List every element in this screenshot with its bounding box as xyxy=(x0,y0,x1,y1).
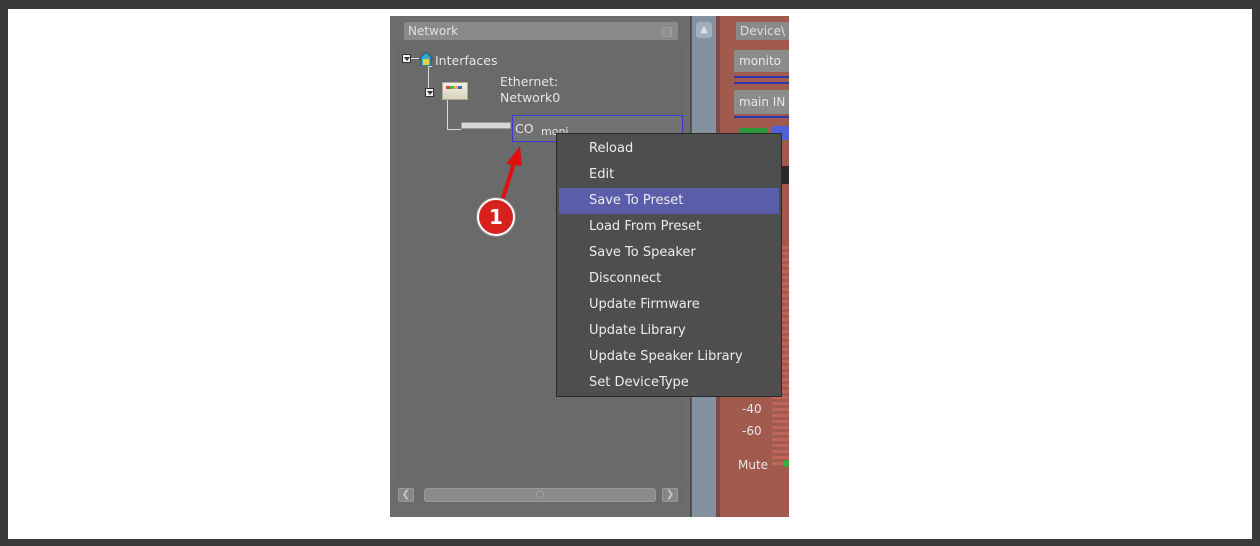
context-menu: Reload Edit Save To Preset Load From Pre… xyxy=(556,133,782,397)
menu-item-update-speaker-library[interactable]: Update Speaker Library xyxy=(557,344,781,370)
house-icon xyxy=(419,52,433,66)
scroll-right-icon[interactable]: ❯ xyxy=(662,488,678,502)
menu-item-update-firmware[interactable]: Update Firmware xyxy=(557,292,781,318)
horizontal-scrollbar[interactable]: ❮ ○ ❯ xyxy=(396,486,684,504)
device-panel-title: Device\ xyxy=(736,22,789,40)
mute-indicator[interactable] xyxy=(783,460,789,467)
speaker-device-icon xyxy=(461,122,511,129)
menu-item-disconnect[interactable]: Disconnect xyxy=(557,266,781,292)
meter-label-minus60: -60 xyxy=(742,424,762,438)
ethernet-icon xyxy=(442,82,468,100)
expand-toggle-icon[interactable] xyxy=(402,54,411,63)
device-label: CO xyxy=(515,121,534,136)
menu-item-reload[interactable]: Reload xyxy=(557,136,781,162)
tree-line xyxy=(411,58,419,59)
scrollbar-thumb[interactable]: ○ xyxy=(424,488,656,502)
divider-line xyxy=(734,82,789,84)
menu-item-save-to-preset[interactable]: Save To Preset xyxy=(559,188,779,214)
tree-node-ethernet-label[interactable]: Ethernet: xyxy=(500,74,558,89)
tree-line xyxy=(428,66,432,67)
meter-label-minus40: -40 xyxy=(742,402,762,416)
panel-collapse-icon[interactable] xyxy=(662,27,672,37)
annotation-badge: 1 xyxy=(477,198,515,236)
tree-line xyxy=(447,129,461,130)
network-panel-title: Network xyxy=(404,22,678,40)
expand-toggle-icon[interactable] xyxy=(425,88,434,97)
tree-line xyxy=(447,98,448,130)
mute-label: Mute xyxy=(738,458,769,472)
divider-line xyxy=(734,76,789,78)
menu-item-load-from-preset[interactable]: Load From Preset xyxy=(557,214,781,240)
menu-item-edit[interactable]: Edit xyxy=(557,162,781,188)
tree-node-network0-label[interactable]: Network0 xyxy=(500,90,560,105)
menu-item-save-to-speaker[interactable]: Save To Speaker xyxy=(557,240,781,266)
scroll-up-icon[interactable]: ▲ xyxy=(696,22,712,38)
scroll-left-icon[interactable]: ❮ xyxy=(398,488,414,502)
device-tab-main[interactable]: main IN xyxy=(734,90,789,114)
tree-node-interfaces[interactable]: Interfaces xyxy=(435,53,497,68)
network-title-text: Network xyxy=(408,24,459,38)
divider-line xyxy=(734,116,789,118)
menu-item-set-device-type[interactable]: Set DeviceType xyxy=(557,370,781,396)
device-tab-monitor[interactable]: monito xyxy=(734,50,789,72)
menu-item-update-library[interactable]: Update Library xyxy=(557,318,781,344)
